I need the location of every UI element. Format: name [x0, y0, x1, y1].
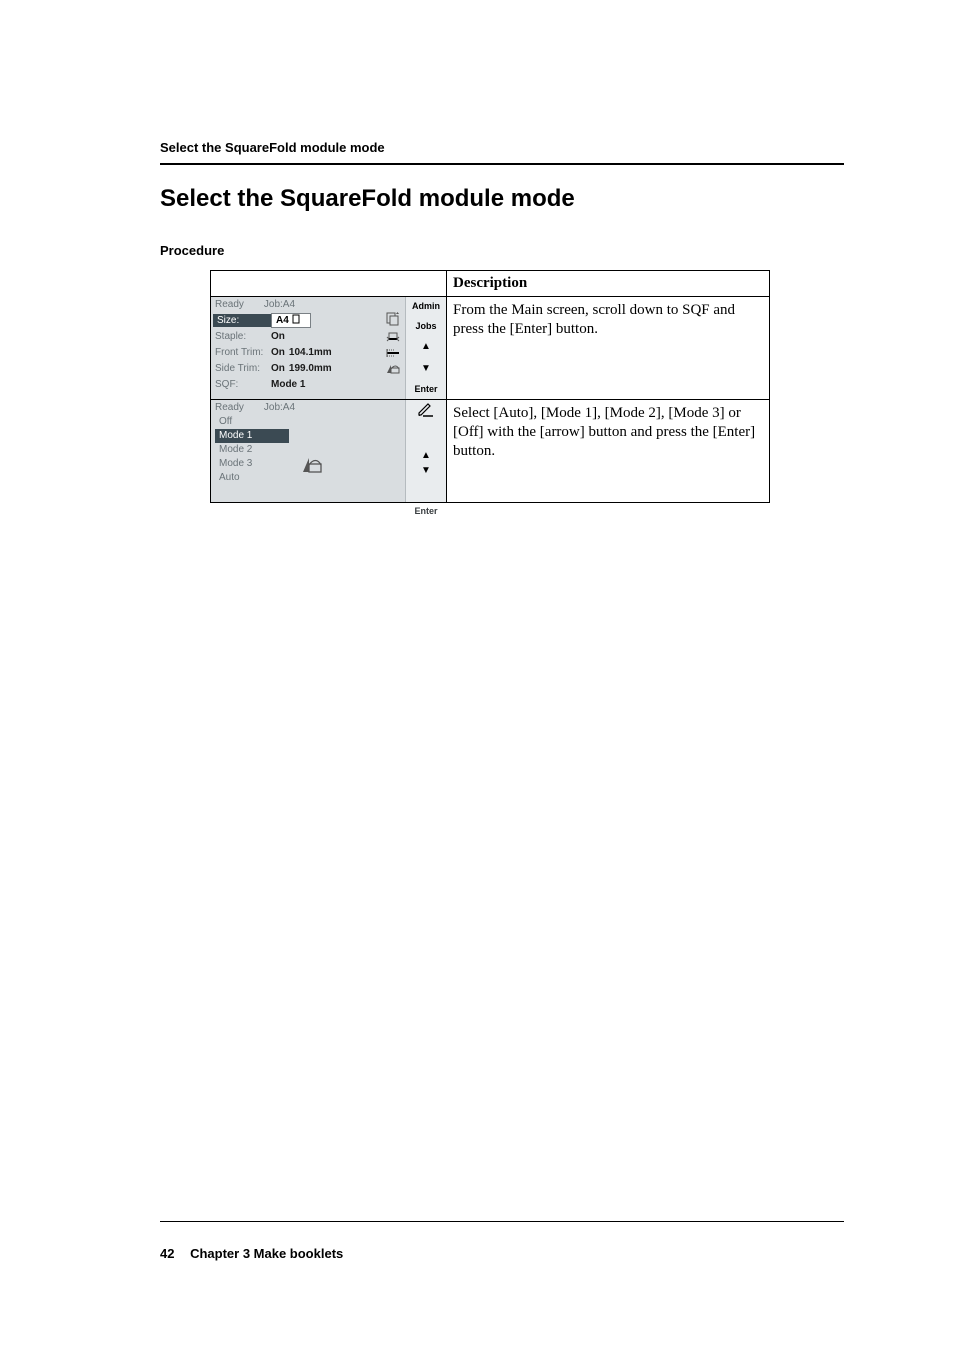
down-arrow-button[interactable]: ▼ [421, 363, 431, 374]
enter-button[interactable]: Enter [414, 506, 437, 516]
enter-button[interactable]: Enter [414, 385, 437, 394]
list-item[interactable]: Mode 2 [215, 443, 405, 457]
down-arrow-button[interactable]: ▼ [421, 465, 431, 476]
lcd-size-label: Size: [213, 314, 271, 327]
lcd-sidetrim-on: On [271, 363, 285, 374]
side-trim-icon [385, 347, 401, 359]
lcd-main-screen: Ready Job:A4 Size: A4 Staple: On [211, 297, 446, 399]
lcd-sqf-mode-screen: Ready Job:A4 Off Mode 1 Mode 2 Mode 3 Au… [211, 400, 446, 502]
header-rule [160, 163, 844, 165]
list-item[interactable]: Mode 1 [215, 429, 289, 443]
edit-icon[interactable] [418, 403, 434, 420]
front-trim-icon [385, 331, 401, 343]
section-title: Select the SquareFold module mode [160, 185, 844, 213]
lcd-sidetrim-value: 199.0mm [289, 363, 332, 374]
lcd-job-label: Job:A4 [264, 402, 295, 413]
lcd-row-fronttrim[interactable]: Front Trim: On 104.1mm [215, 344, 405, 360]
jobs-button[interactable]: Jobs [415, 322, 436, 331]
squarefold-icon [301, 456, 323, 477]
lcd-side-panel: ▲ ▼ Enter [405, 400, 446, 502]
lcd-row-sidetrim[interactable]: Side Trim: On 199.0mm [215, 360, 405, 376]
up-arrow-button[interactable]: ▲ [421, 341, 431, 352]
lcd-fronttrim-label: Front Trim: [215, 347, 271, 358]
up-arrow-button[interactable]: ▲ [421, 450, 431, 461]
table-row: Ready Job:A4 Size: A4 Staple: On [211, 297, 770, 400]
lcd-fronttrim-on: On [271, 347, 285, 358]
orientation-icon [385, 311, 401, 327]
table-header-blank [211, 271, 447, 297]
lcd-status: Ready [215, 299, 244, 310]
lcd-sidetrim-label: Side Trim: [215, 363, 271, 374]
list-item[interactable]: Off [215, 415, 405, 429]
page-number: 42 [160, 1246, 174, 1261]
squarefold-icon [385, 363, 401, 375]
lcd-sqf-value: Mode 1 [271, 379, 305, 390]
lcd-row-sqf[interactable]: SQF: Mode 1 [215, 376, 405, 392]
lcd-side-panel: Admin Jobs ▲ ▼ Enter [405, 297, 446, 399]
lcd-row-staple[interactable]: Staple: On [215, 328, 405, 344]
page-footer: 42 Chapter 3 Make booklets [160, 1221, 844, 1261]
procedure-label: Procedure [160, 243, 844, 258]
lcd-size-value: A4 [271, 313, 311, 328]
step-description: Select [Auto], [Mode 1], [Mode 2], [Mode… [447, 400, 770, 503]
lcd-job-label: Job:A4 [264, 299, 295, 310]
lcd-staple-value: On [271, 331, 285, 342]
table-row: Ready Job:A4 Off Mode 1 Mode 2 Mode 3 Au… [211, 400, 770, 503]
lcd-fronttrim-value: 104.1mm [289, 347, 332, 358]
admin-button[interactable]: Admin [412, 302, 440, 311]
running-header: Select the SquareFold module mode [160, 140, 844, 155]
lcd-row-size[interactable]: Size: A4 [215, 312, 405, 328]
lcd-sqf-label: SQF: [215, 379, 271, 390]
procedure-table: Description Ready Job:A4 Size: [210, 270, 770, 503]
chapter-label: Chapter 3 Make booklets [190, 1246, 343, 1261]
footer-rule [160, 1221, 844, 1222]
lcd-status: Ready [215, 402, 244, 413]
step-description: From the Main screen, scroll down to SQF… [447, 297, 770, 400]
lcd-staple-label: Staple: [215, 331, 271, 342]
table-header-description: Description [447, 271, 770, 297]
